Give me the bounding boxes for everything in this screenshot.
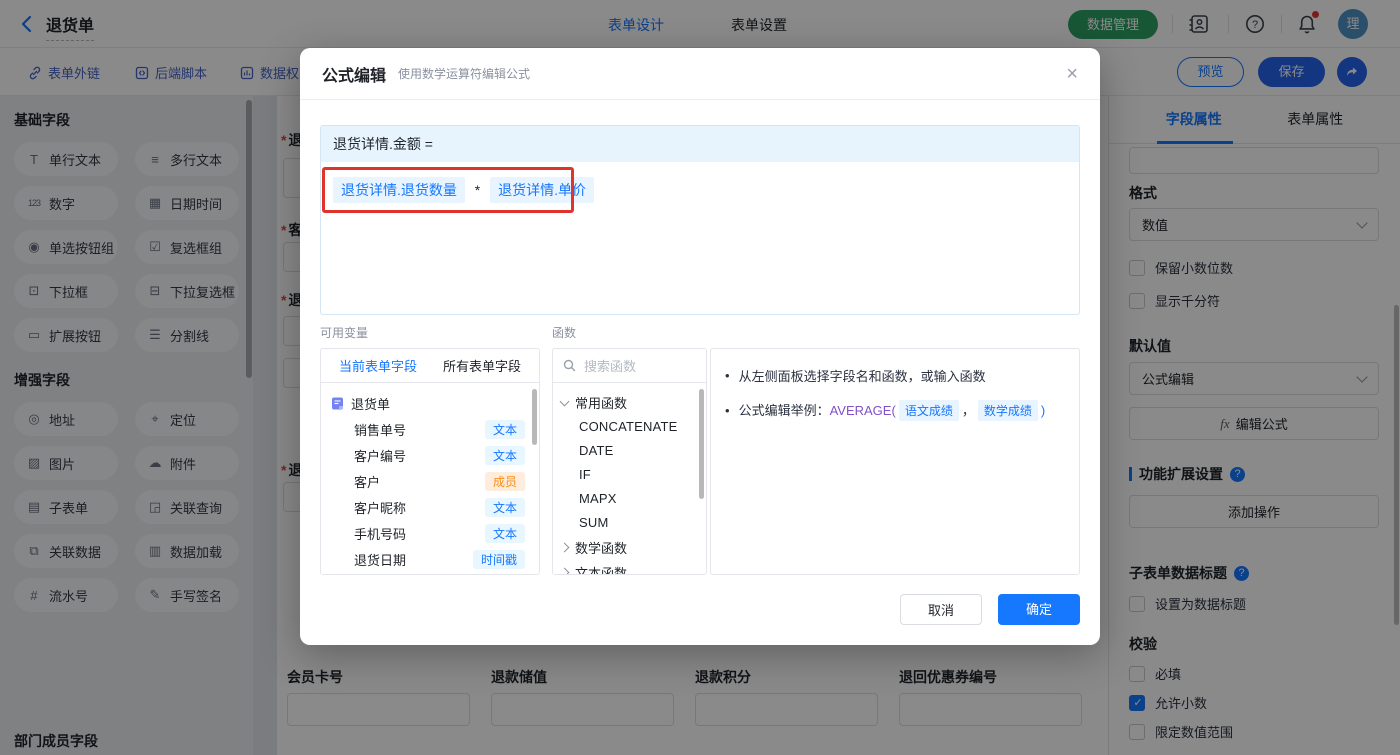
formula-editor-box[interactable]: 退货详情.金额 = 退货详情.退货数量 * 退货详情.单价 [320,125,1080,315]
variable-name: 退货日期 [354,552,407,568]
modal-title: 公式编辑 [322,67,387,85]
function-group-text[interactable]: 文本函数 [553,560,706,575]
variable-row[interactable]: 销售单号 文本 [321,416,539,442]
form-root-label: 退货单 [351,396,391,412]
function-item[interactable]: MAPX [553,487,706,511]
variables-scrollbar[interactable] [532,389,537,445]
chevron-down-icon [559,396,570,406]
search-placeholder: 搜索函数 [584,359,637,374]
help-text: 从左侧面板选择字段名和函数，或输入函数 [738,369,986,384]
variables-label: 可用变量 [320,326,369,340]
variable-name: 客户昵称 [354,500,407,516]
form-root-node[interactable]: 退货单 [321,390,539,416]
variable-row[interactable]: 客户 成员 [321,468,539,494]
variable-name: 销售单号 [354,422,407,438]
tab-all-form-fields[interactable]: 所有表单字段 [443,356,521,375]
field-type-badge: 文本 [484,523,525,543]
help-example-prefix: 公式编辑举例： [738,403,830,418]
variable-name: 手机号码 [354,526,407,542]
help-panel: • 从左侧面板选择字段名和函数，或输入函数 • 公式编辑举例：AVERAGE(语… [710,348,1080,575]
formula-target: 退货详情.金额 = [321,126,1079,162]
variable-name: 客户 [354,474,381,490]
formula-editor-modal: 公式编辑 使用数学运算符编辑公式 × 退货详情.金额 = 退货详情.退货数量 *… [300,48,1100,645]
bullet-icon: • [725,368,730,383]
functions-scrollbar[interactable] [699,389,704,499]
close-icon[interactable]: × [1066,64,1078,84]
chevron-right-icon [559,567,570,574]
function-item[interactable]: SUM [553,511,706,535]
help-example: 公式编辑举例：AVERAGE(语文成绩，数学成绩) [738,400,1046,421]
variable-row[interactable]: 客户昵称 文本 [321,494,539,520]
chevron-right-icon [559,542,570,553]
variables-panel: 当前表单字段 所有表单字段 退货单 销售单号 文本 客户编号 文本 客户 成员 客户昵… [320,348,540,575]
function-group-label: 数学函数 [575,541,628,556]
variables-tree: 退货单 销售单号 文本 客户编号 文本 客户 成员 客户昵称 文本 手机号码 文本 退货日… [321,383,539,572]
field-type-badge: 时间戳 [472,549,525,569]
function-item[interactable]: CONCATENATE [553,415,706,439]
help-line-1: • 从左侧面板选择字段名和函数，或输入函数 [725,366,1065,385]
confirm-button[interactable]: 确定 [998,594,1080,625]
variables-tabs: 当前表单字段 所有表单字段 [321,349,539,383]
formula-body[interactable]: 退货详情.退货数量 * 退货详情.单价 [321,162,1079,218]
variable-row[interactable]: 手机号码 文本 [321,520,539,546]
function-search[interactable]: 搜索函数 [553,349,706,383]
function-group-math[interactable]: 数学函数 [553,535,706,560]
function-item[interactable]: DATE [553,439,706,463]
function-group-label: 文本函数 [575,566,628,575]
field-type-badge: 文本 [484,445,525,465]
function-list: 常用函数 CONCATENATE DATE IF MAPX SUM 数学函数 文… [553,383,706,575]
formula-field-chip[interactable]: 退货详情.退货数量 [333,177,465,203]
example-field-chip: 语文成绩 [898,400,959,421]
bullet-icon: • [725,403,730,418]
form-doc-icon [332,397,343,409]
modal-header: 公式编辑 使用数学运算符编辑公式 × [300,48,1100,100]
variable-row[interactable]: 退货日期 时间戳 [321,546,539,572]
function-group-common[interactable]: 常用函数 [553,390,706,415]
formula-operator: * [474,182,481,198]
variable-name: 客户编号 [354,448,407,464]
help-line-2: • 公式编辑举例：AVERAGE(语文成绩，数学成绩) [725,400,1065,421]
function-name: AVERAGE [829,403,892,418]
cancel-button[interactable]: 取消 [900,594,982,625]
field-type-badge: 文本 [484,497,525,517]
formula-field-chip[interactable]: 退货详情.单价 [490,177,595,203]
comma: ， [961,403,975,418]
function-item[interactable]: IF [553,463,706,487]
function-group-label: 常用函数 [575,396,628,411]
functions-panel: 搜索函数 常用函数 CONCATENATE DATE IF MAPX SUM 数… [552,348,707,575]
variable-row[interactable]: 客户编号 文本 [321,442,539,468]
paren-open: ( [891,403,896,418]
paren-close: ) [1040,403,1046,418]
example-field-chip: 数学成绩 [977,400,1038,421]
functions-label: 函数 [552,326,577,340]
field-type-badge: 文本 [484,419,525,439]
search-icon [563,359,576,372]
tab-current-form-fields[interactable]: 当前表单字段 [339,356,417,375]
modal-subtitle: 使用数学运算符编辑公式 [398,67,531,81]
field-type-badge: 成员 [484,471,525,491]
